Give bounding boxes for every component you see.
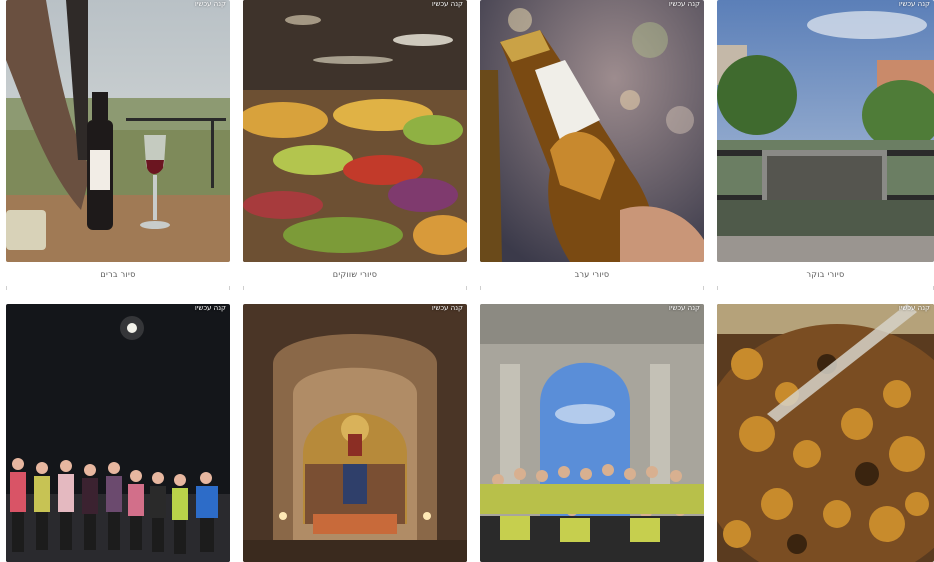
church-interior-mosaic-photo: קנה עכשיו <box>243 304 467 562</box>
tour-card-church[interactable]: קנה עכשיו <box>243 304 467 562</box>
arch-group-runners-photo: קנה עכשיו <box>480 304 704 562</box>
city-street-trees-photo: קנה עכשיו <box>717 0 934 262</box>
buy-now-badge[interactable]: קנה עכשיו <box>432 0 463 8</box>
corner-mark <box>699 286 704 290</box>
buy-now-badge[interactable]: קנה עכשיו <box>432 304 463 312</box>
corner-mark <box>225 286 230 290</box>
corner-mark <box>6 286 11 290</box>
buy-now-badge[interactable]: קנה עכשיו <box>669 304 700 312</box>
tour-card-arch[interactable]: קנה עכשיו <box>480 304 704 562</box>
corner-mark <box>462 286 467 290</box>
market-produce-stall-photo: קנה עכשיו <box>243 0 467 262</box>
stew-pot-cooking-photo: קנה עכשיו <box>717 304 934 562</box>
corner-mark <box>243 286 248 290</box>
tour-card-morning[interactable]: קנה עכשיו סיורי בוקר <box>717 0 934 290</box>
buy-now-badge[interactable]: קנה עכשיו <box>669 0 700 8</box>
buy-now-badge[interactable]: קנה עכשיו <box>195 304 226 312</box>
corner-mark <box>717 286 722 290</box>
tour-card-markets[interactable]: קנה עכשיו סיורי שווקים <box>243 0 467 290</box>
tour-card-food[interactable]: קנה עכשיו <box>717 304 934 562</box>
tour-card-night-run[interactable]: קנה עכשיו <box>6 304 230 562</box>
wine-bottle-glass-vineyard-photo: קנה עכשיו <box>6 0 230 262</box>
buy-now-badge[interactable]: קנה עכשיו <box>899 0 930 8</box>
buy-now-badge[interactable]: קנה עכשיו <box>899 304 930 312</box>
corner-mark <box>480 286 485 290</box>
tour-title: סיורי בוקר <box>806 270 845 279</box>
beer-bottle-evening-photo: קנה עכשיו <box>480 0 704 262</box>
night-runners-group-photo: קנה עכשיו <box>6 304 230 562</box>
buy-now-badge[interactable]: קנה עכשיו <box>195 0 226 8</box>
tour-title: סיורי ערב <box>574 270 610 279</box>
corner-mark <box>929 286 934 290</box>
tour-title: סיורי שווקים <box>332 270 378 279</box>
tour-card-evening[interactable]: קנה עכשיו סיורי ערב <box>480 0 704 290</box>
tour-title: סיור ברים <box>100 270 136 279</box>
tour-card-bars[interactable]: קנה עכשיו סיור ברים <box>6 0 230 290</box>
